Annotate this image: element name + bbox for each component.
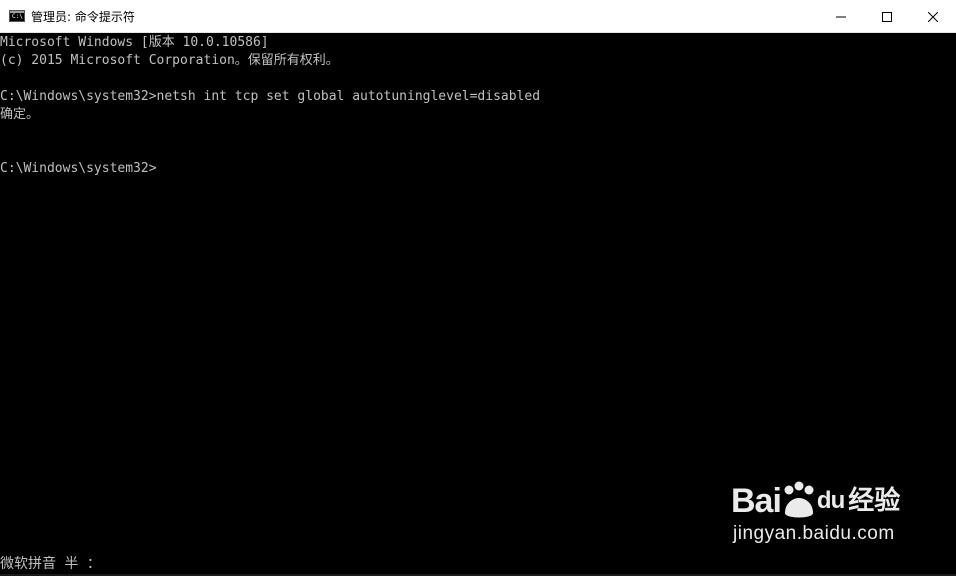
watermark-brand: Bai [731, 482, 782, 520]
maximize-button[interactable] [864, 0, 910, 33]
watermark-url: jingyan.baidu.com [733, 523, 895, 544]
console-line: (c) 2015 Microsoft Corporation。保留所有权利。 [0, 53, 339, 68]
watermark-brand-suffix: du [816, 487, 845, 514]
console-prompt-line[interactable]: C:\Windows\system32> [0, 160, 956, 178]
window-title: 管理员: 命令提示符 [31, 9, 135, 24]
close-button[interactable] [910, 0, 956, 33]
title-bar[interactable]: C:\ 管理员: 命令提示符 [0, 0, 956, 33]
baidu-paw-icon [784, 481, 814, 518]
console-line: C:\Windows\system32>netsh int tcp set gl… [0, 89, 541, 104]
minimize-button[interactable] [818, 0, 864, 33]
command-prompt-window: C:\ 管理员: 命令提示符 Microsoft Windows [版本 10.… [0, 0, 956, 576]
console-line: Microsoft Windows [版本 10.0.10586] [0, 35, 269, 50]
minimize-icon [836, 16, 846, 17]
maximize-icon [882, 11, 892, 22]
window-controls [818, 0, 956, 33]
console-line: 确定。 [0, 107, 40, 122]
baidu-watermark: Bai du 经验 jingyan.baidu.com [731, 469, 906, 554]
cmd-icon[interactable]: C:\ [9, 10, 25, 22]
ime-status: 微软拼音 半 ： [0, 556, 101, 572]
watermark-brand-zh: 经验 [848, 486, 901, 516]
close-icon [928, 11, 938, 22]
